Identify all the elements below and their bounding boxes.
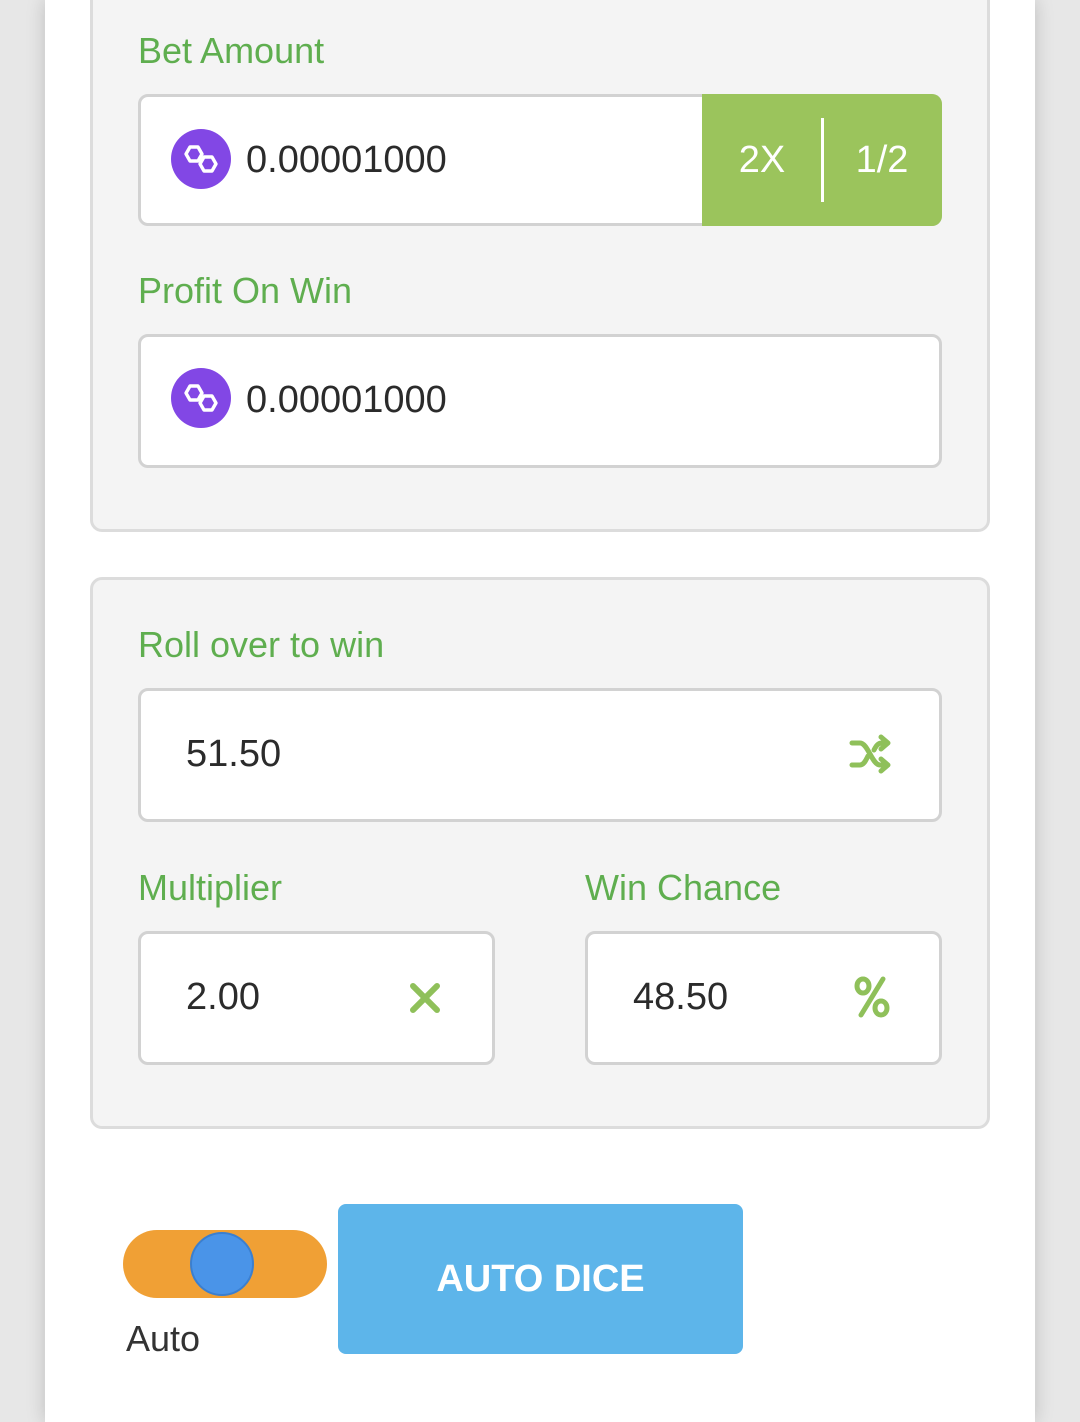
toggle-knob [190, 1232, 254, 1296]
polygon-matic-icon [171, 368, 231, 428]
roll-over-value[interactable]: 51.50 [186, 733, 281, 776]
auto-toggle[interactable] [123, 1230, 327, 1298]
bet-amount-label: Bet Amount [138, 30, 325, 71]
auto-dice-button[interactable]: AUTO DICE [338, 1204, 743, 1354]
bet-amount-value[interactable]: 0.00001000 [246, 139, 447, 182]
auto-toggle-label: Auto [126, 1318, 201, 1359]
win-chance-label: Win Chance [585, 867, 782, 908]
percent-icon [850, 974, 894, 1020]
profit-on-win-value: 0.00001000 [246, 379, 447, 421]
bet-multiplier-buttons: 2X 1/2 [702, 94, 942, 226]
shuffle-icon[interactable] [846, 732, 896, 776]
half-bet-button[interactable]: 1/2 [822, 94, 942, 226]
win-chance-value[interactable]: 48.50 [633, 976, 728, 1019]
multiplier-label: Multiplier [138, 867, 283, 908]
roll-over-label: Roll over to win [138, 624, 385, 665]
times-icon [405, 978, 445, 1018]
double-bet-button[interactable]: 2X [702, 94, 822, 226]
multiplier-value[interactable]: 2.00 [186, 976, 260, 1019]
profit-on-win-label: Profit On Win [138, 270, 353, 311]
polygon-matic-icon [171, 129, 231, 189]
